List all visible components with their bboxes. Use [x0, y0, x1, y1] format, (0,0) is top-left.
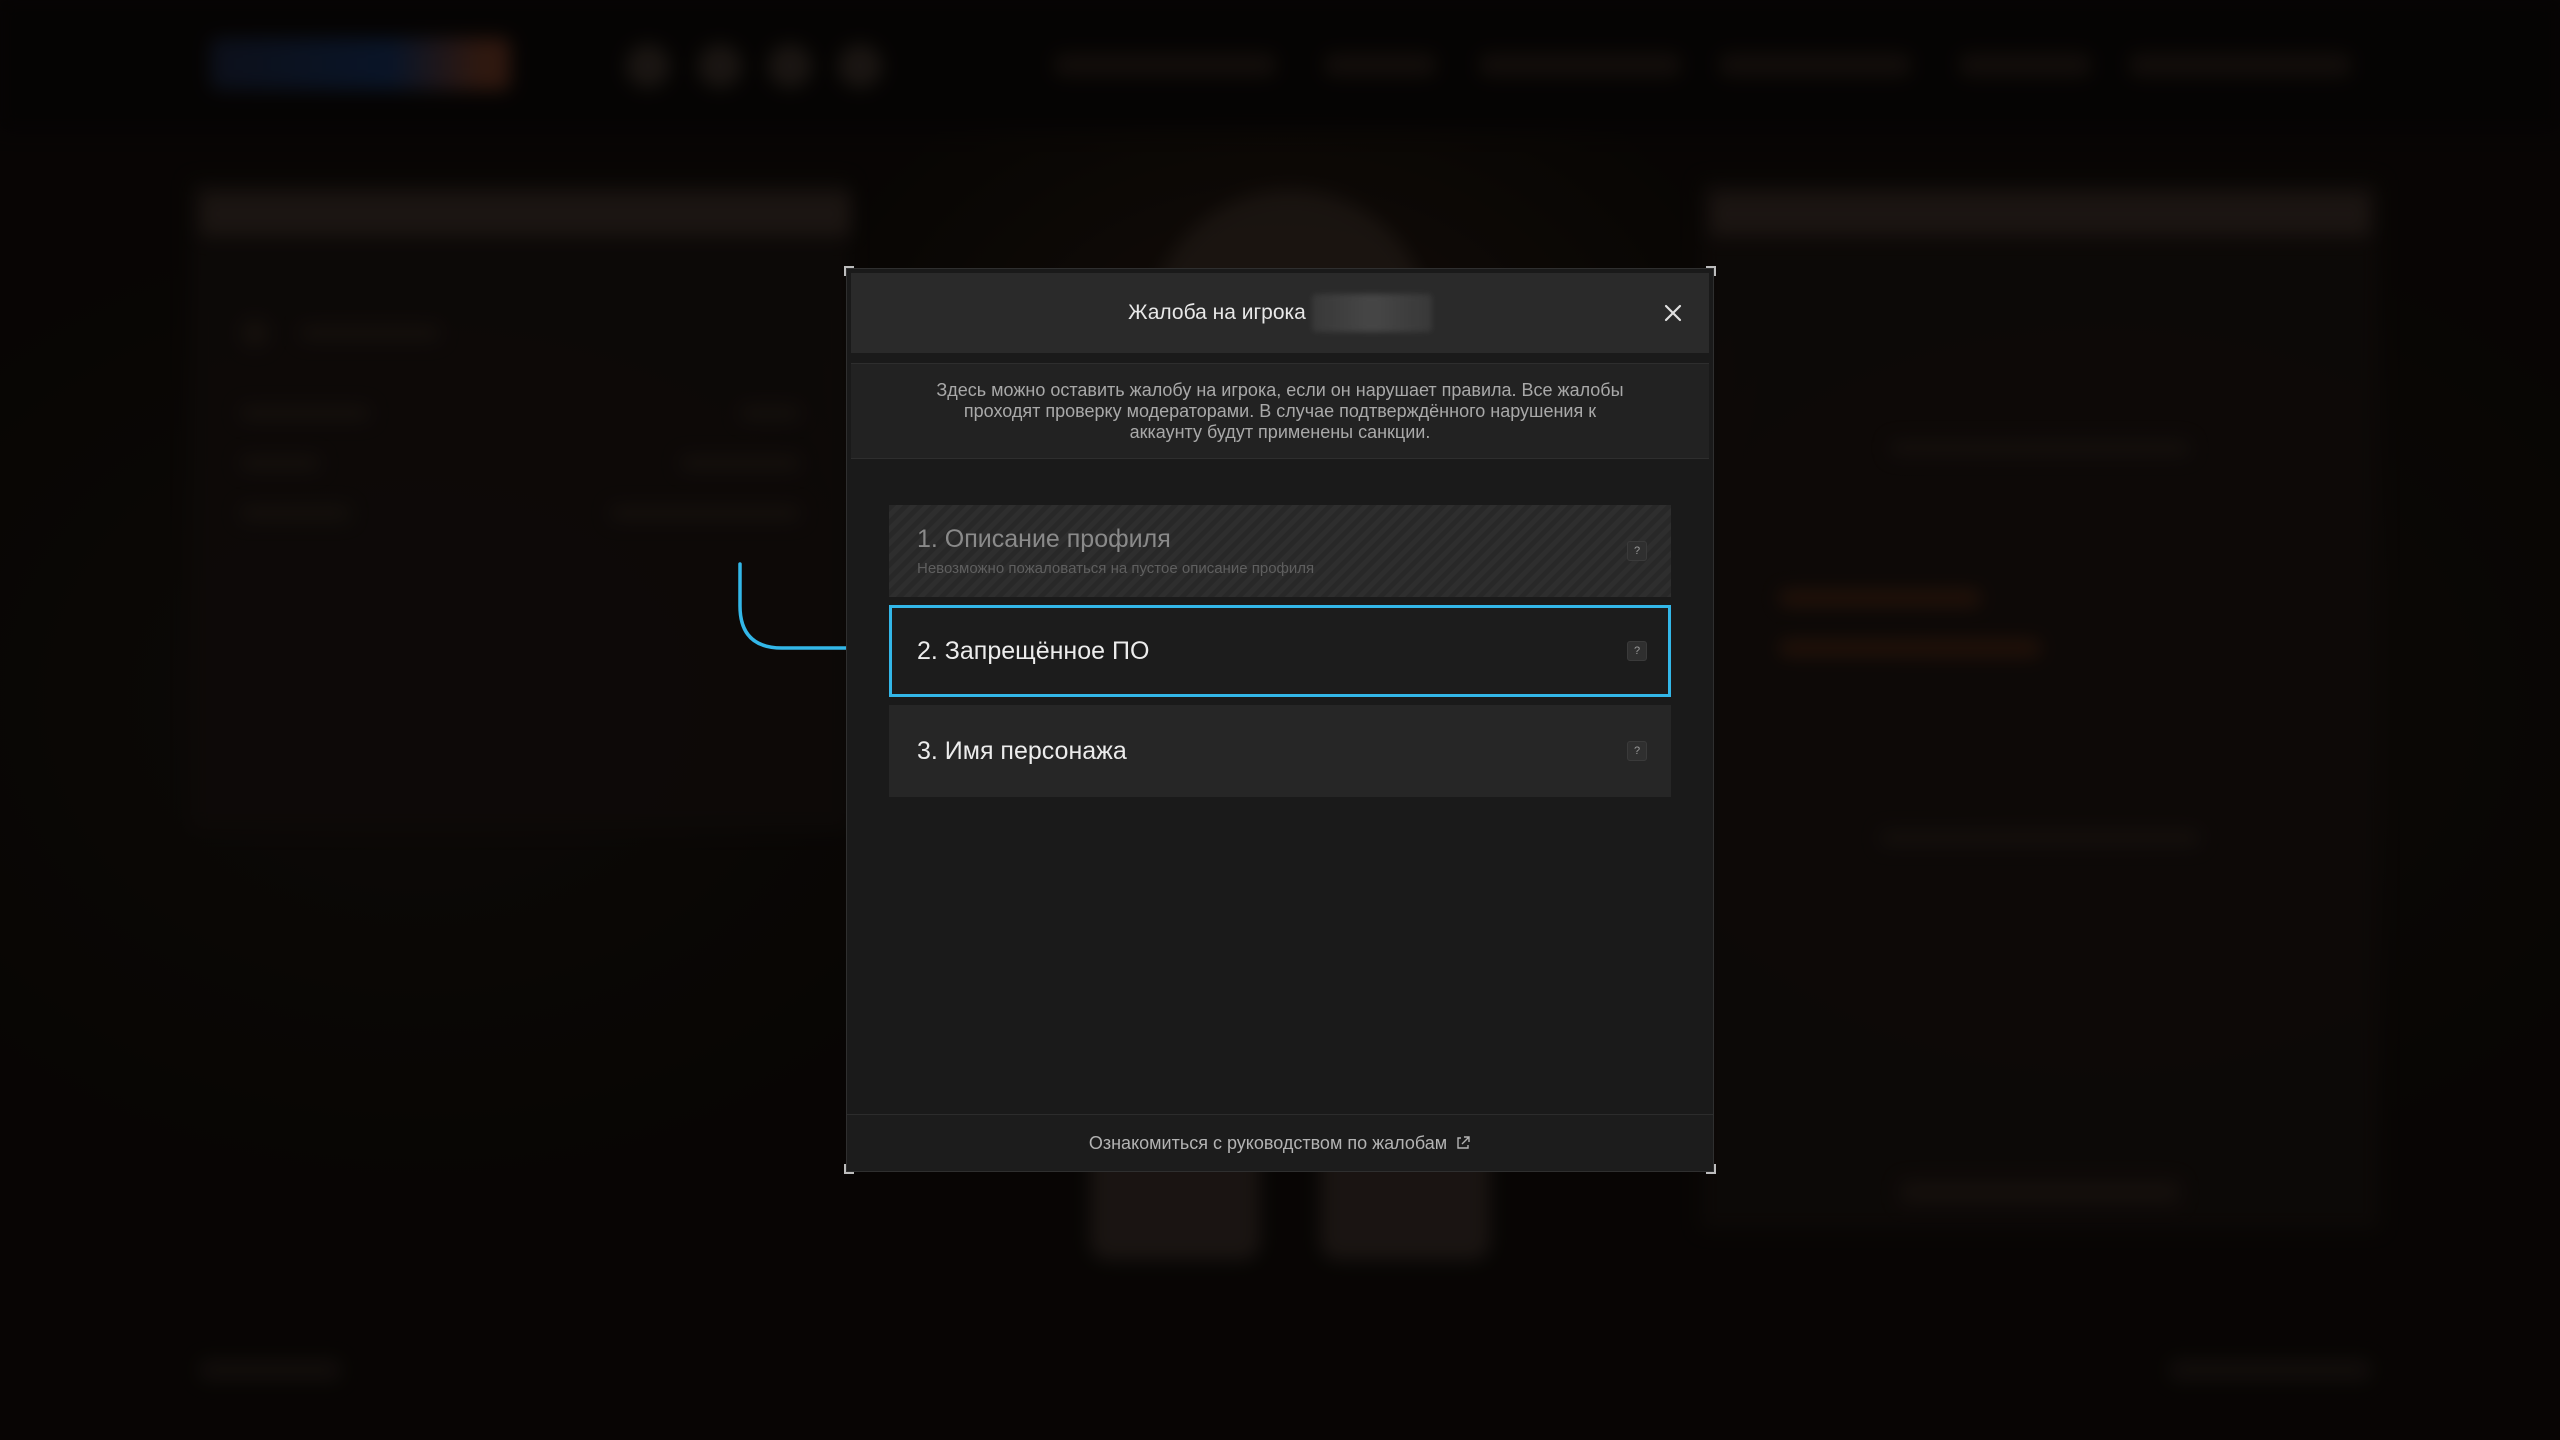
dialog-title: Жалоба на игрока [1128, 301, 1306, 324]
help-icon[interactable]: ? [1627, 641, 1647, 661]
dialog-title-wrap: Жалоба на игрока [1128, 294, 1432, 332]
report-guide-link[interactable]: Ознакомиться с руководством по жалобам [1089, 1133, 1447, 1154]
option-subtitle: Невозможно пожаловаться на пустое описан… [917, 560, 1315, 577]
redacted-player-name [1311, 294, 1432, 332]
dialog-info: Здесь можно оставить жалобу на игрока, е… [851, 363, 1709, 459]
info-text: Здесь можно оставить жалобу на игрока, е… [936, 379, 1624, 442]
dialog-footer: Ознакомиться с руководством по жалобам [847, 1114, 1713, 1171]
reason-option-profile-description: 1. Описание профиля Невозможно пожаловат… [889, 505, 1671, 597]
close-button[interactable] [1659, 299, 1687, 327]
option-label: 3. Имя персонажа [917, 736, 1127, 765]
help-icon[interactable]: ? [1627, 541, 1647, 561]
dialog-header: Жалоба на игрока [851, 273, 1709, 353]
external-link-icon [1457, 1136, 1470, 1149]
report-reason-list: 1. Описание профиля Невозможно пожаловат… [889, 505, 1671, 805]
reason-option-character-name[interactable]: 3. Имя персонажа ? [889, 705, 1671, 797]
option-label: 1. Описание профиля [917, 525, 1171, 553]
help-icon[interactable]: ? [1627, 741, 1647, 761]
option-label: 2. Запрещённое ПО [917, 636, 1150, 665]
close-icon [1664, 304, 1682, 322]
report-player-dialog: Жалоба на игрока Здесь можно оставить жа… [844, 266, 1716, 1174]
reason-option-prohibited-software[interactable]: 2. Запрещённое ПО ? [889, 605, 1671, 697]
